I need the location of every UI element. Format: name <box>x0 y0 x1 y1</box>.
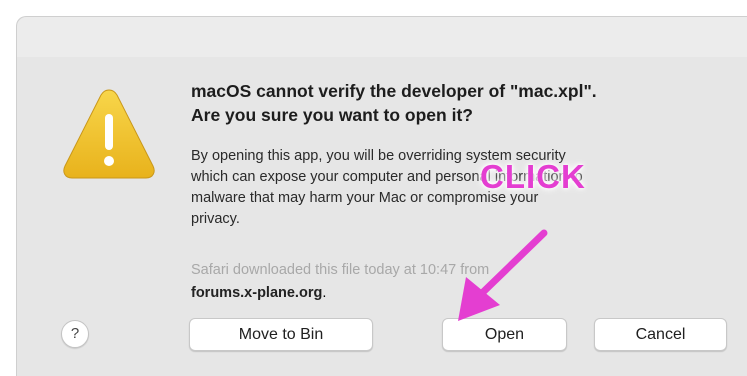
click-annotation-label: CLICK <box>480 158 586 195</box>
help-button[interactable]: ? <box>61 320 89 348</box>
download-site: forums.x-plane.org <box>191 285 323 301</box>
dialog-heading: macOS cannot verify the developer of "ma… <box>191 79 747 127</box>
warning-triangle-icon <box>63 89 155 179</box>
message-line: By opening this app, you will be overrid… <box>191 148 566 164</box>
heading-line-1: macOS cannot verify the developer of "ma… <box>191 81 597 101</box>
dialog-titlebar <box>17 17 747 57</box>
dialog-message: By opening this app, you will be overrid… <box>191 146 731 230</box>
annotation-arrow-icon <box>458 229 548 321</box>
heading-line-2: Are you sure you want to open it? <box>191 105 473 125</box>
message-line: malware that may harm your Mac or compro… <box>191 190 539 206</box>
cancel-button[interactable]: Cancel <box>594 318 727 351</box>
message-line: which can expose your computer and perso… <box>191 169 583 185</box>
dialog-window: macOS cannot verify the developer of "ma… <box>16 16 747 376</box>
move-to-bin-button[interactable]: Move to Bin <box>189 318 373 351</box>
download-site-suffix: . <box>322 285 327 301</box>
